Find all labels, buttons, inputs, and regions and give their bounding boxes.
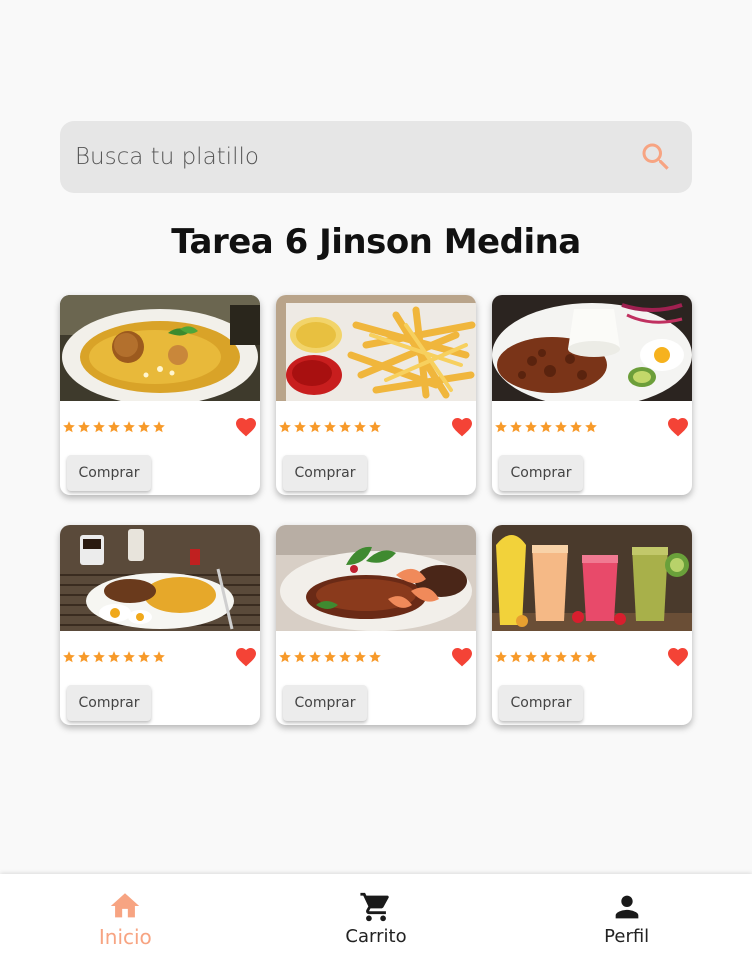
star-icon [294, 421, 306, 433]
star-icon [570, 651, 582, 663]
star-icon [78, 651, 90, 663]
product-grid: Comprar Comprar Comprar Comprar Comprar … [60, 295, 692, 725]
star-icon [324, 651, 336, 663]
star-icon [495, 421, 507, 433]
search-icon[interactable] [638, 139, 674, 175]
rating-stars [278, 650, 382, 664]
star-icon [123, 651, 135, 663]
nav-label: Perfil [604, 926, 650, 947]
star-icon [153, 421, 165, 433]
nav-item-carrito[interactable]: Carrito [251, 874, 502, 959]
heart-icon[interactable] [666, 415, 690, 439]
heart-icon[interactable] [450, 645, 474, 669]
star-icon [525, 421, 537, 433]
star-icon [279, 421, 291, 433]
star-icon [339, 421, 351, 433]
star-icon [294, 651, 306, 663]
star-icon [339, 651, 351, 663]
star-icon [93, 421, 105, 433]
star-icon [153, 651, 165, 663]
star-icon [555, 651, 567, 663]
heart-icon[interactable] [450, 415, 474, 439]
nav-item-perfil[interactable]: Perfil [501, 874, 752, 959]
product-card: Comprar [492, 525, 692, 725]
star-icon [108, 651, 120, 663]
star-icon [63, 651, 75, 663]
star-icon [138, 651, 150, 663]
product-card: Comprar [276, 525, 476, 725]
buy-button[interactable]: Comprar [67, 685, 151, 721]
star-icon [555, 421, 567, 433]
star-icon [540, 421, 552, 433]
product-card: Comprar [492, 295, 692, 495]
cart-icon [360, 892, 389, 922]
star-icon [510, 651, 522, 663]
rating-stars [278, 420, 382, 434]
nav-item-inicio[interactable]: Inicio [0, 874, 251, 959]
star-icon [540, 651, 552, 663]
star-icon [63, 421, 75, 433]
buy-button[interactable]: Comprar [499, 455, 583, 491]
star-icon [138, 421, 150, 433]
nav-label: Carrito [345, 926, 407, 947]
star-icon [585, 651, 597, 663]
fruit-smoothies-image[interactable] [492, 525, 692, 631]
heart-icon[interactable] [666, 645, 690, 669]
star-icon [324, 421, 336, 433]
star-icon [279, 651, 291, 663]
page-title: Tarea 6 Jinson Medina [171, 222, 581, 262]
soup-dish-image[interactable] [60, 295, 260, 401]
star-icon [123, 421, 135, 433]
french-fries-image[interactable] [276, 295, 476, 401]
star-icon [510, 421, 522, 433]
star-icon [108, 421, 120, 433]
product-card: Comprar [60, 295, 260, 495]
buy-button[interactable]: Comprar [283, 685, 367, 721]
star-icon [495, 651, 507, 663]
star-icon [354, 651, 366, 663]
star-icon [369, 421, 381, 433]
breakfast-plate-image[interactable] [60, 525, 260, 631]
buy-button[interactable]: Comprar [283, 455, 367, 491]
rice-meat-plate-image[interactable] [492, 295, 692, 401]
star-icon [585, 421, 597, 433]
nav-label: Inicio [98, 924, 152, 949]
star-icon [525, 651, 537, 663]
star-icon [309, 421, 321, 433]
star-icon [78, 421, 90, 433]
star-icon [570, 421, 582, 433]
product-card: Comprar [60, 525, 260, 725]
star-icon [354, 421, 366, 433]
seafood-steak-image[interactable] [276, 525, 476, 631]
search-bar[interactable]: Busca tu platillo [60, 121, 692, 193]
rating-stars [62, 650, 166, 664]
rating-stars [62, 420, 166, 434]
star-icon [93, 651, 105, 663]
star-icon [369, 651, 381, 663]
star-icon [309, 651, 321, 663]
bottom-navigation: Inicio Carrito Perfil [0, 874, 752, 959]
product-card: Comprar [276, 295, 476, 495]
person-icon [615, 895, 639, 919]
heart-icon[interactable] [234, 415, 258, 439]
buy-button[interactable]: Comprar [499, 685, 583, 721]
heart-icon[interactable] [234, 645, 258, 669]
buy-button[interactable]: Comprar [67, 455, 151, 491]
rating-stars [494, 420, 598, 434]
rating-stars [494, 650, 598, 664]
search-input[interactable]: Busca tu platillo [75, 144, 638, 170]
home-icon [111, 892, 140, 917]
